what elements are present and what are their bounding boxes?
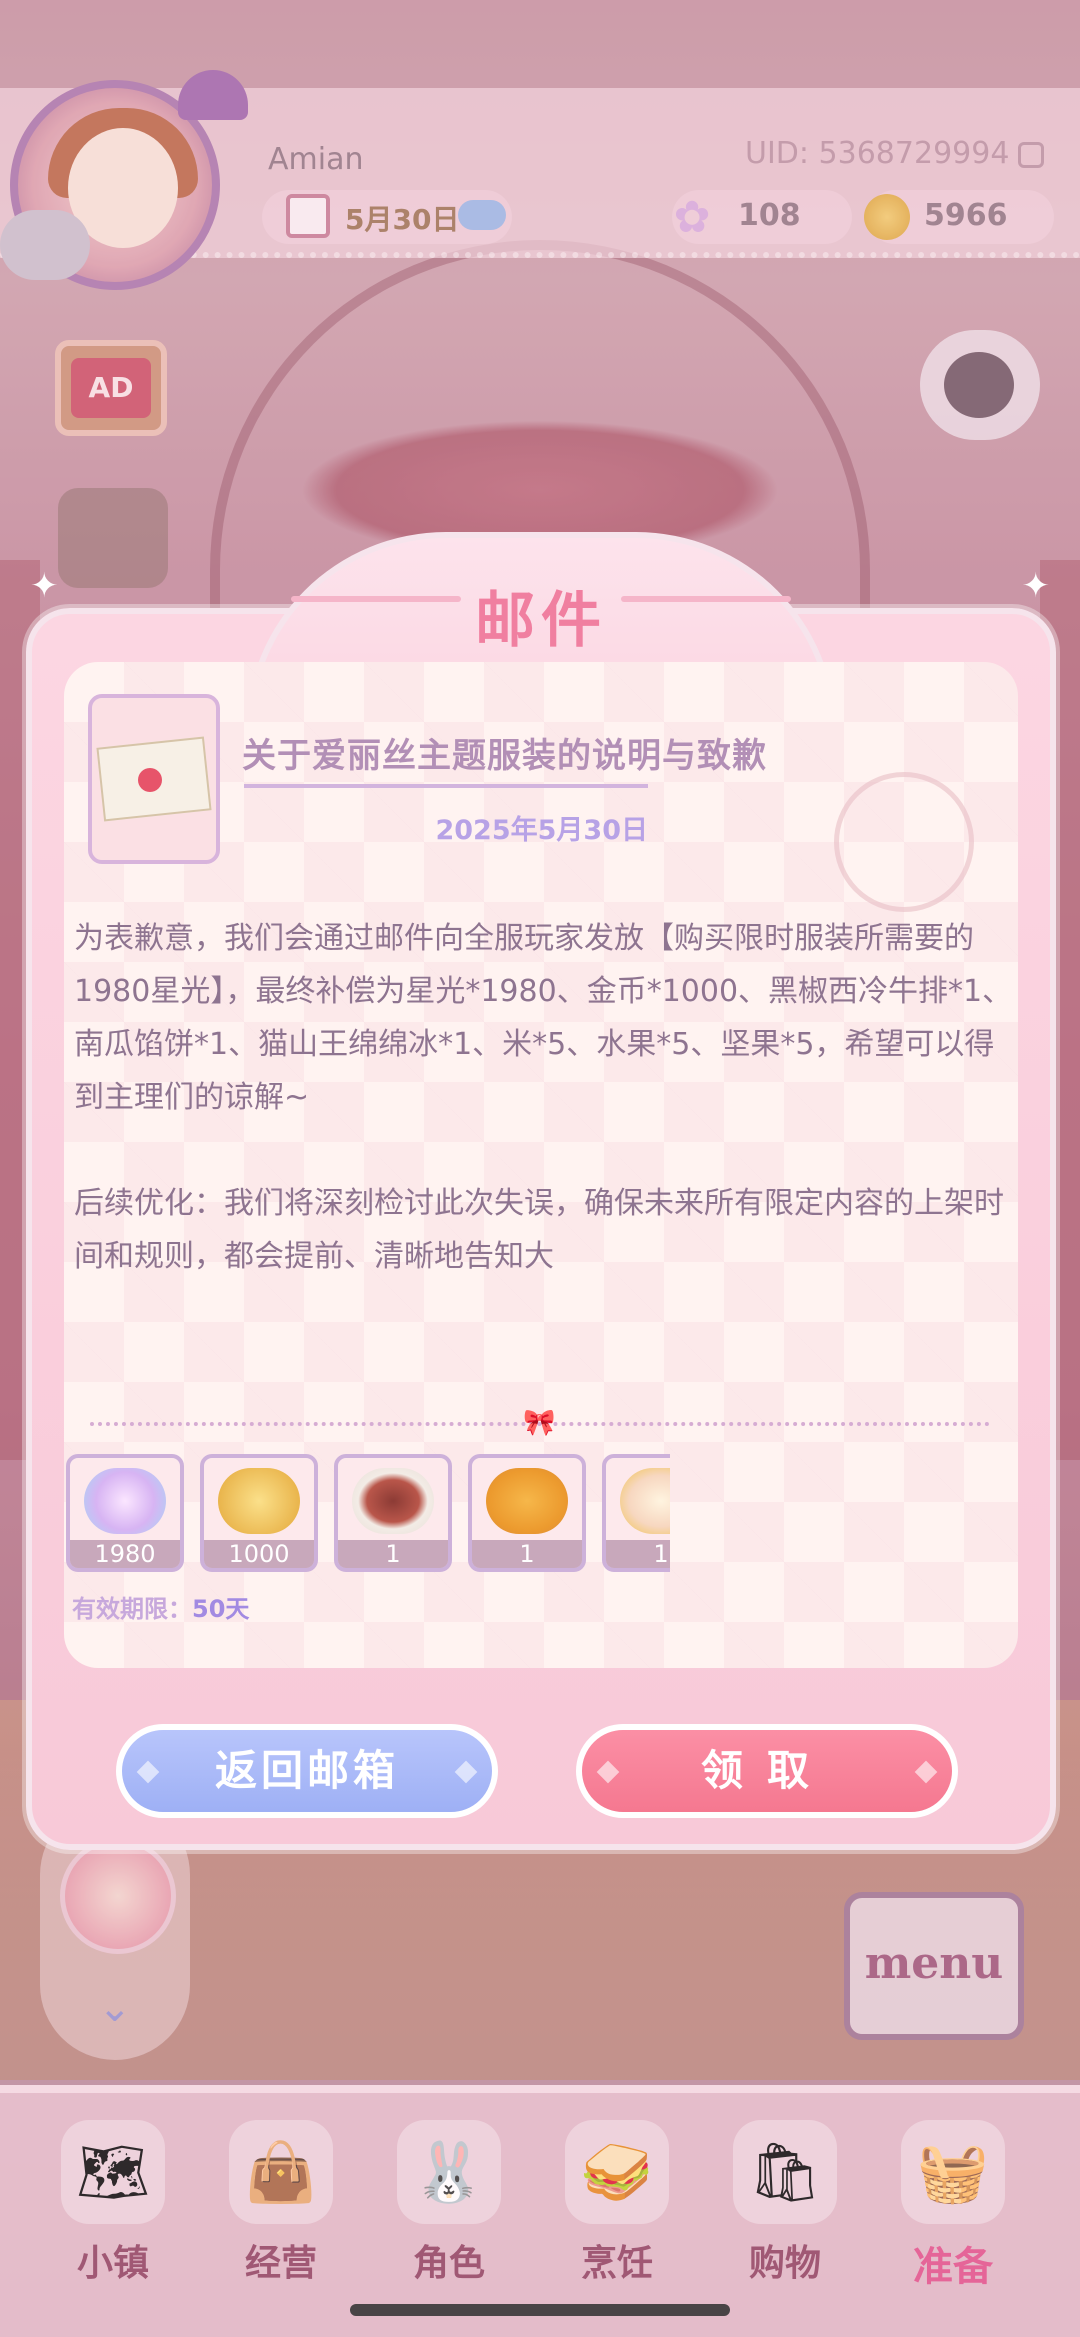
mail-subject: 关于爱丽丝主题服装的说明与致歉 bbox=[242, 736, 767, 776]
claim-button-label: 领取 bbox=[700, 1746, 833, 1795]
claim-button[interactable]: 领取 bbox=[576, 1724, 958, 1818]
shaved-ice-icon bbox=[620, 1468, 670, 1534]
subject-underline bbox=[244, 784, 648, 788]
reward-item[interactable]: 1000 bbox=[200, 1454, 318, 1572]
reward-qty: 1980 bbox=[70, 1540, 180, 1568]
letter-thumbnail bbox=[88, 694, 220, 864]
diamond-icon bbox=[136, 1760, 160, 1784]
sparkle-icon: ✦ bbox=[30, 566, 59, 606]
bow-icon: 🎀 bbox=[523, 1408, 556, 1438]
mail-body-scroll[interactable]: 为表歉意，我们会通过邮件向全服玩家发放【购买限时服装所需要的1980星光】，最终… bbox=[74, 912, 1014, 1442]
sparkle-icon: ✦ bbox=[1021, 566, 1051, 606]
reward-qty: 1 bbox=[606, 1540, 670, 1568]
reward-qty: 1 bbox=[472, 1540, 582, 1568]
reward-item[interactable]: 1980 bbox=[66, 1454, 184, 1572]
wax-seal-icon bbox=[138, 768, 162, 792]
coins-icon bbox=[218, 1468, 300, 1534]
expiry-value: 50天 bbox=[192, 1595, 250, 1623]
diamond-icon bbox=[454, 1760, 478, 1784]
mail-body: 为表歉意，我们会通过邮件向全服玩家发放【购买限时服装所需要的1980星光】，最终… bbox=[74, 921, 1013, 1274]
steak-icon bbox=[352, 1468, 434, 1534]
reward-qty: 1 bbox=[338, 1540, 448, 1568]
mail-date: 2025年5月30日 bbox=[435, 815, 648, 846]
back-button-label: 返回邮箱 bbox=[214, 1746, 399, 1795]
starlight-icon bbox=[84, 1468, 166, 1534]
rewards-list[interactable]: 1980 1000 1 1 1 5 5 bbox=[66, 1454, 670, 1578]
mail-dialog-title: 邮件 bbox=[475, 586, 607, 656]
diamond-icon bbox=[914, 1760, 938, 1784]
reward-qty: 1000 bbox=[204, 1540, 314, 1568]
diamond-icon bbox=[596, 1760, 620, 1784]
pumpkin-pie-icon bbox=[486, 1468, 568, 1534]
expiry-label: 有效期限： bbox=[72, 1595, 192, 1623]
postmark-stamp bbox=[834, 772, 974, 912]
reward-item[interactable]: 1 bbox=[602, 1454, 670, 1572]
mail-dialog: 邮件 ✦ ✦ 关于爱丽丝主题服装的说明与致歉 2025年5月30日 为表歉意，我… bbox=[26, 532, 1056, 1850]
reward-item[interactable]: 1 bbox=[334, 1454, 452, 1572]
reward-item[interactable]: 1 bbox=[468, 1454, 586, 1572]
back-to-mailbox-button[interactable]: 返回邮箱 bbox=[116, 1724, 498, 1818]
expiry-text: 有效期限：50天 bbox=[72, 1589, 249, 1624]
